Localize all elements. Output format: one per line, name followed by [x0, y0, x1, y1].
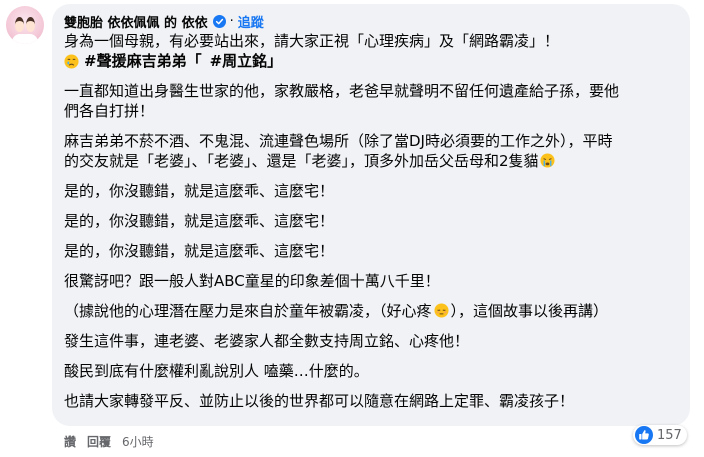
- para-lifestyle-line2: 的交友就是「老婆」、「老婆」、還是「老婆」，頂多外加岳父岳母和2隻貓: [64, 151, 680, 171]
- call-to-action-line: 也請大家轉發平反、並防止以後的世界都可以隨意在網路上定罪、霸凌孩子！: [64, 392, 575, 410]
- crying-face-emoji: [64, 53, 79, 69]
- comment-actions: 讚 回覆 6小時: [64, 433, 154, 450]
- para-family-line1: 一直都知道出身醫生世家的他，家教嚴格，老爸早就聲明不留任何遺產給子孫，要他: [64, 82, 620, 100]
- para-family-line2: 們各自打拼！: [64, 102, 155, 120]
- follow-button[interactable]: 追蹤: [238, 12, 264, 31]
- story-line: （據說他的心理潛在壓力是來自於童年被霸凌，（好心疼 ），這個故事以後再講）: [64, 301, 680, 321]
- reaction-summary[interactable]: 157: [633, 425, 687, 445]
- avatar[interactable]: [6, 6, 44, 44]
- para-lifestyle-line1: 麻吉弟弟不菸不酒、不鬼混、流連聲色場所（除了當DJ時必須要的工作之外），平時: [64, 132, 613, 150]
- timestamp[interactable]: 6小時: [122, 433, 154, 450]
- support-line: 發生這件事，連老婆、老婆家人都全數支持周立銘、心疼他！: [64, 332, 470, 350]
- separator-dot: ·: [229, 13, 234, 29]
- line-mother-statement: 身為一個母親，有必要站出來，請大家正視「心理疾病」及「網路霸凌」！: [64, 32, 560, 50]
- reply-button[interactable]: 回覆: [87, 433, 111, 450]
- hashtag-support[interactable]: #聲援麻吉弟弟「: [84, 51, 202, 71]
- story-line-post: ），這個故事以後再講）: [450, 302, 609, 320]
- para-lifestyle-line2-text: 的交友就是「老婆」、「老婆」、還是「老婆」，頂多外加岳父岳母和2隻貓: [64, 152, 539, 170]
- reaction-count: 157: [657, 427, 682, 443]
- like-thumbs-up-icon: [635, 426, 653, 444]
- pensive-face-emoji: [433, 303, 449, 318]
- avatar-shirt: [12, 34, 38, 44]
- repeat-line-2: 是的，你沒聽錯，就是這麼乖、這麼宅！: [64, 212, 335, 230]
- avatar-face-left: [15, 17, 24, 32]
- repeat-line-3: 是的，你沒聽錯，就是這麼乖、這麼宅！: [64, 242, 335, 260]
- comment: 雙胞胎 依依佩佩 的 依依 · 追蹤 身為一個母親，有必要站出來，請大家正視「心…: [0, 0, 704, 457]
- verified-badge-icon: [212, 14, 226, 28]
- author-name[interactable]: 雙胞胎 依依佩佩 的 依依: [64, 12, 208, 31]
- comment-bubble: 雙胞胎 依依佩佩 的 依依 · 追蹤 身為一個母親，有必要站出來，請大家正視「心…: [52, 4, 690, 426]
- hashtag-line: #聲援麻吉弟弟「 #周立銘」: [64, 51, 680, 71]
- surprise-line: 很驚訝吧？跟一般人對ABC童星的印象差個十萬八千里！: [64, 272, 440, 290]
- comment-header: 雙胞胎 依依佩佩 的 依依 · 追蹤: [64, 11, 264, 31]
- repeat-line-1: 是的，你沒聽錯，就是這麼乖、這麼宅！: [64, 182, 335, 200]
- hashtag-name[interactable]: #周立銘」: [210, 51, 283, 71]
- avatar-face-right: [26, 17, 35, 32]
- tears-face-emoji: [540, 153, 555, 168]
- like-button[interactable]: 讚: [64, 433, 76, 450]
- comment-body: 身為一個母親，有必要站出來，請大家正視「心理疾病」及「網路霸凌」！ #聲援麻吉弟…: [64, 31, 680, 411]
- critic-line: 酸民到底有什麼權利亂說別人 嗑藥…什麼的。: [64, 362, 369, 380]
- story-line-pre: （據說他的心理潛在壓力是來自於童年被霸凌，（好心疼: [64, 302, 432, 320]
